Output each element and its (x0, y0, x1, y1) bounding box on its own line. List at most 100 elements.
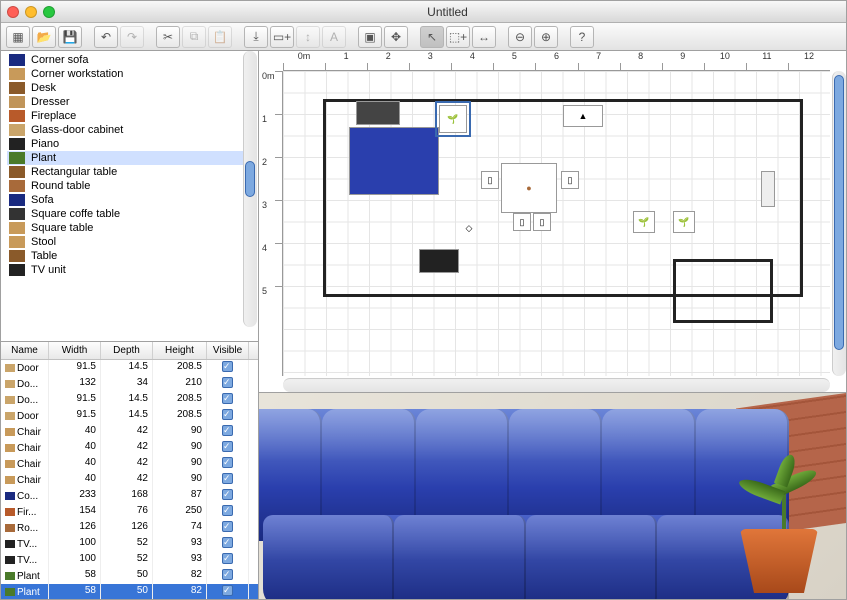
column-header[interactable]: Visible (207, 342, 249, 359)
catalog-item[interactable]: TV unit (7, 263, 252, 277)
room-button[interactable]: ⬚+ (446, 26, 470, 48)
new-button[interactable]: ▦ (6, 26, 30, 48)
catalog-item[interactable]: Round table (7, 179, 252, 193)
plan-grid[interactable]: 🌱▲●▯▯▯▯🌱🌱◇ (283, 71, 830, 376)
tv-unit-1[interactable]: ▲ (563, 105, 603, 127)
plan-horizontal-scrollbar[interactable] (283, 378, 830, 392)
visible-checkbox[interactable] (222, 361, 233, 372)
table-row[interactable]: Chair404290 (1, 440, 258, 456)
help-button[interactable]: ? (570, 26, 594, 48)
furniture-table[interactable]: NameWidthDepthHeightVisible Door91.514.5… (1, 342, 258, 599)
3d-view[interactable] (259, 393, 846, 599)
plant-3[interactable]: 🌱 (673, 211, 695, 233)
w-cell: 40 (49, 456, 101, 472)
catalog-item[interactable]: Corner sofa (7, 53, 252, 67)
plan-vertical-scrollbar[interactable] (832, 71, 846, 376)
cut-button[interactable]: ✂ (156, 26, 180, 48)
table-row[interactable]: Door91.514.5208.5 (1, 408, 258, 424)
zoom-out-button[interactable]: ⊖ (508, 26, 532, 48)
save-button[interactable]: 💾 (58, 26, 82, 48)
catalog-item[interactable]: Fireplace (7, 109, 252, 123)
catalog-item[interactable]: Stool (7, 235, 252, 249)
catalog-scrollbar[interactable] (243, 51, 257, 327)
pan-button[interactable]: ✥ (384, 26, 408, 48)
table-row[interactable]: Do...91.514.5208.5 (1, 392, 258, 408)
table-row[interactable]: Chair404290 (1, 472, 258, 488)
table-row[interactable]: TV...1005293 (1, 536, 258, 552)
zoom-in-button[interactable]: ⊕ (534, 26, 558, 48)
visible-checkbox[interactable] (222, 521, 233, 532)
close-window-button[interactable] (7, 6, 19, 18)
catalog-item[interactable]: Square coffe table (7, 207, 252, 221)
visible-checkbox[interactable] (222, 393, 233, 404)
catalog-item[interactable]: Plant (7, 151, 252, 165)
walls-button[interactable]: ▭+ (270, 26, 294, 48)
visible-checkbox[interactable] (222, 441, 233, 452)
piano[interactable] (419, 249, 459, 273)
plant-selected[interactable]: 🌱 (439, 105, 467, 133)
visible-checkbox[interactable] (222, 553, 233, 564)
catalog-item-label: Table (31, 250, 57, 262)
table-row[interactable]: TV...1005293 (1, 552, 258, 568)
column-header[interactable]: Name (1, 342, 49, 359)
catalog-item[interactable]: Table (7, 249, 252, 263)
minimize-window-button[interactable] (25, 6, 37, 18)
visible-checkbox[interactable] (222, 569, 233, 580)
catalog-item[interactable]: Sofa (7, 193, 252, 207)
furniture-catalog[interactable]: Corner sofaCorner workstationDeskDresser… (1, 51, 258, 342)
column-header[interactable]: Width (49, 342, 101, 359)
open-button[interactable]: 📂 (32, 26, 56, 48)
table-row[interactable]: Fir...15476250 (1, 504, 258, 520)
select-button[interactable]: ▣ (358, 26, 382, 48)
visible-checkbox[interactable] (222, 489, 233, 500)
plant-2[interactable]: 🌱 (633, 211, 655, 233)
visible-checkbox[interactable] (222, 377, 233, 388)
column-header[interactable]: Height (153, 342, 207, 359)
furniture-icon (9, 180, 25, 192)
visible-cell (207, 424, 249, 440)
catalog-item[interactable]: Square table (7, 221, 252, 235)
round-table[interactable]: ● (501, 163, 557, 213)
fireplace[interactable] (356, 101, 400, 125)
visible-checkbox[interactable] (222, 425, 233, 436)
table-row[interactable]: Plant585082 (1, 568, 258, 584)
furniture-icon (9, 264, 25, 276)
table-row[interactable]: Ro...12612674 (1, 520, 258, 536)
visible-checkbox[interactable] (222, 409, 233, 420)
visible-checkbox[interactable] (222, 457, 233, 468)
dimension-button[interactable]: ↔ (472, 26, 496, 48)
catalog-item[interactable]: Desk (7, 81, 252, 95)
camera[interactable]: ◇ (457, 219, 481, 237)
chair-1[interactable]: ▯ (481, 171, 499, 189)
corner-sofa[interactable] (349, 127, 439, 195)
chair-3[interactable]: ▯ (513, 213, 531, 231)
visible-checkbox[interactable] (222, 537, 233, 548)
table-row[interactable]: Do...13234210 (1, 376, 258, 392)
chair-4[interactable]: ▯ (533, 213, 551, 231)
add-furn-button[interactable]: ⤓ (244, 26, 268, 48)
visible-checkbox[interactable] (222, 505, 233, 516)
visible-checkbox[interactable] (222, 585, 233, 596)
h-cell: 250 (153, 504, 207, 520)
table-row[interactable]: Plant585082 (1, 584, 258, 599)
furniture-icon (9, 208, 25, 220)
table-row[interactable]: Chair404290 (1, 456, 258, 472)
pointer-button[interactable]: ↖ (420, 26, 444, 48)
maximize-window-button[interactable] (43, 6, 55, 18)
catalog-item[interactable]: Rectangular table (7, 165, 252, 179)
table-row[interactable]: Chair404290 (1, 424, 258, 440)
plan-view[interactable]: 0m123456789101112 0m12345 🌱▲●▯▯▯▯🌱🌱◇ (259, 51, 846, 393)
table-row[interactable]: Co...23316887 (1, 488, 258, 504)
catalog-item[interactable]: Piano (7, 137, 252, 151)
chair-2[interactable]: ▯ (561, 171, 579, 189)
column-header[interactable]: Depth (101, 342, 153, 359)
catalog-item[interactable]: Glass-door cabinet (7, 123, 252, 137)
catalog-item[interactable]: Corner workstation (7, 67, 252, 81)
undo-button[interactable]: ↶ (94, 26, 118, 48)
visible-checkbox[interactable] (222, 473, 233, 484)
table-row[interactable]: Door91.514.5208.5 (1, 360, 258, 376)
extension-outline[interactable] (673, 259, 773, 323)
catalog-item[interactable]: Dresser (7, 95, 252, 109)
furniture-icon (5, 508, 15, 516)
tv-unit-2[interactable] (761, 171, 775, 207)
